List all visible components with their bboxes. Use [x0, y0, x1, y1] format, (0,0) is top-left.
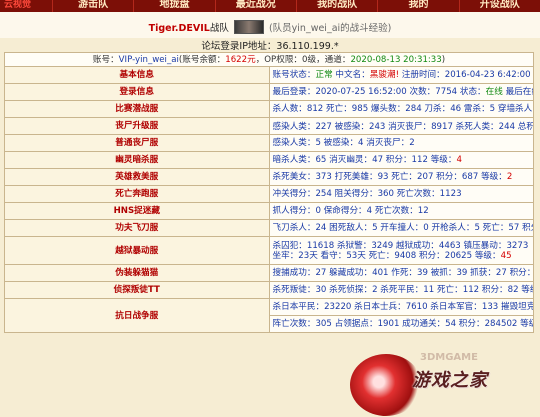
stats-row-value: 杀死叛徒：30 杀死侦探：2 杀死平民：11 死亡：112 积分：82 等级：0 — [268, 281, 534, 299]
nav-item-create-team[interactable]: 开设战队 — [458, 0, 540, 12]
stats-value-segment: 45 — [500, 250, 512, 261]
stats-row-label[interactable]: 功夫飞刀服 — [4, 219, 270, 237]
stats-row: 侦探叛徒TT 杀死叛徒：30 杀死侦探：2 杀死平民：11 死亡：112 积分：8… — [4, 281, 534, 299]
stats-row-label[interactable]: HNS捉迷藏 — [4, 202, 270, 220]
stats-row-value: 阵亡次数：305 占领据点：1901 成功通关：54 积分：284502 等级：… — [268, 315, 534, 333]
stats-row-label[interactable]: 伪装躲猫猫 — [4, 264, 270, 282]
account-balance: 1622元 — [225, 54, 256, 65]
stats-row-value: 暗杀人类：65 消灭幽灵：47 积分：112 等级：4 — [268, 151, 534, 169]
stats-row-label[interactable]: 英雄救美服 — [4, 168, 270, 186]
watermark-text: 游戏之家 — [412, 370, 488, 391]
stats-row: 普通丧尸服 感染人类：5 被感染：4 消灭丧尸：2 — [4, 134, 534, 152]
stats-row-label[interactable]: 侦探叛徒TT — [4, 281, 270, 299]
stats-row-value: 抓人得分：0 保命得分：4 死亡次数：12 — [268, 202, 534, 220]
stats-value-segment: 飞刀杀人：24 困死敌人：5 开车撞人：0 开枪杀人：5 死亡：57 积分：32… — [272, 223, 533, 233]
team-name[interactable]: Tiger.DEVIL — [149, 23, 210, 34]
site-logo[interactable]: 云视觉 — [0, 0, 52, 12]
stats-row-label[interactable]: 基本信息 — [4, 66, 270, 84]
player-stats-table: 账号：VIP-yin_wei_ai(账号余额：1622元，OP权限：0级，通道：… — [4, 52, 534, 333]
stats-value-segment: 在线 — [485, 87, 503, 97]
stats-row-value: 账号状态：正常 中文名：黑骏潮! 注册时间：2016-04-23 6:42:00… — [268, 66, 534, 84]
top-nav-bar: 云视觉 游击队 地拢盘 最近战况 我的战队 我的 开设战队 — [0, 0, 540, 12]
stats-value-segment: 7754 — [435, 87, 458, 97]
stats-row: HNS捉迷藏 抓人得分：0 保命得分：4 死亡次数：12 — [4, 202, 534, 220]
stats-value-segment: 杀人数：812 死亡：985 爆头数：284 刀杀：46 雷杀：5 穿墙杀人：1… — [272, 104, 533, 114]
stats-value-segment: 正常 — [315, 70, 333, 80]
stats-value-segment: 杀囚犯：11618 杀狱警：3249 越狱成功：4463 镇压暴动：3273 坐… — [272, 240, 529, 261]
stats-value-segment: 注册时间：2016-04-23 6:42:00 在线时间： — [401, 70, 533, 80]
nav-item-my-team[interactable]: 我的战队 — [295, 0, 377, 12]
nav-item-recent-battles[interactable]: 最近战况 — [214, 0, 296, 12]
team-header: Tiger.DEVIL战队 (队员yin_wei_ai的战斗经验) — [0, 12, 540, 38]
stats-value-segment: 最后登录：2020-07-25 16:52:00 次数： — [272, 87, 436, 97]
team-suffix: 战队 — [209, 23, 229, 34]
stats-row: 登录信息 最后登录：2020-07-25 16:52:00 次数：7754 状态：… — [4, 83, 534, 101]
stats-row: 死亡奔跑服 冲关得分：254 阻关得分：360 死亡次数：1123 — [4, 185, 534, 203]
stats-value-segment: 最后在线： — [505, 87, 533, 97]
nav-item-mine[interactable]: 我的 — [377, 0, 458, 12]
stats-value-segment: 4 — [456, 155, 462, 165]
watermark-logo: 3DMGAME 游戏之家 — [350, 348, 540, 417]
stats-row-value: 感染人类：5 被感染：4 消灭丧尸：2 — [268, 134, 534, 152]
stats-row: 越狱暴动服 杀囚犯：11618 杀狱警：3249 越狱成功：4463 镇压暴动：3… — [4, 236, 534, 265]
stats-row: 抗日战争服 杀日本平民：23220 杀日本士兵：7610 杀日本军官：133 摧毁… — [4, 298, 534, 333]
stats-row-label[interactable]: 抗日战争服 — [4, 298, 270, 333]
stats-value-segment: 黑骏潮! — [369, 70, 400, 80]
stats-value-segment: 杀日本平民：23220 杀日本士兵：7610 杀日本军官：133 摧毁坦克：47… — [272, 302, 533, 312]
nav-item-territory[interactable]: 地拢盘 — [133, 0, 214, 12]
stats-value-segment: 感染人类：227 被感染：243 消灭丧尸：8917 杀死人类：244 总积分：… — [272, 121, 534, 132]
stats-row: 幽灵暗杀服 暗杀人类：65 消灭幽灵：47 积分：112 等级：4 — [4, 151, 534, 169]
stats-value-segment: 中文名： — [332, 70, 370, 80]
stats-row-label[interactable]: 死亡奔跑服 — [4, 185, 270, 203]
stats-row-value: 感染人类：227 被感染：243 消灭丧尸：8917 杀死人类：244 总积分：… — [268, 117, 534, 135]
account-row: 账号：VIP-yin_wei_ai(账号余额：1622元，OP权限：0级，通道：… — [4, 52, 534, 67]
stats-value-segment: 杀死叛徒：30 杀死侦探：2 杀死平民：11 死亡：112 积分：82 等级： — [272, 285, 534, 295]
swirl-logo-icon — [350, 354, 422, 416]
stats-row-label[interactable]: 普通丧尸服 — [4, 134, 270, 152]
login-ip-line: 论坛登录IP地址：36.110.199.* — [201, 41, 339, 52]
stats-value-segment: 冲关得分：254 阻关得分：360 死亡次数：1123 — [272, 189, 462, 199]
stats-row-value: 飞刀杀人：24 困死敌人：5 开车撞人：0 开枪杀人：5 死亡：57 积分：32… — [268, 219, 534, 237]
stats-row: 伪装躲猫猫 搜捕成功：27 躲藏成功：401 作死：39 被抓：39 抓获：27 … — [4, 264, 534, 282]
stats-row-value: 最后登录：2020-07-25 16:52:00 次数：7754 状态：在线 最… — [268, 83, 534, 101]
account-date: 2020-08-13 20:31:33 — [350, 54, 442, 65]
veteran-note: (队员yin_wei_ai的战斗经验) — [268, 23, 392, 34]
stats-value-segment: 抓人得分：0 保命得分：4 死亡次数：12 — [272, 206, 429, 216]
avatar — [233, 20, 264, 34]
stats-row-value: 杀囚犯：11618 杀狱警：3249 越狱成功：4463 镇压暴动：3273 坐… — [268, 236, 534, 265]
stats-value-segment: 2 — [506, 172, 513, 182]
stats-row-label[interactable]: 幽灵暗杀服 — [4, 151, 270, 169]
stats-row-label[interactable]: 登录信息 — [4, 83, 270, 101]
stats-value-segment: 感染人类：5 被感染：4 消灭丧尸：2 — [272, 138, 415, 148]
stats-row-value: 杀日本平民：23220 杀日本士兵：7610 杀日本军官：133 摧毁坦克：47… — [268, 298, 534, 316]
stats-row: 基本信息 账号状态：正常 中文名：黑骏潮! 注册时间：2016-04-23 6:4… — [4, 66, 534, 84]
stats-row: 功夫飞刀服 飞刀杀人：24 困死敌人：5 开车撞人：0 开枪杀人：5 死亡：57 … — [4, 219, 534, 237]
stats-row: 丧尸升级服 感染人类：227 被感染：243 消灭丧尸：8917 杀死人类：244… — [4, 117, 534, 135]
stats-row-label[interactable]: 比赛潜战服 — [4, 100, 270, 118]
stats-value-segment: 杀死美女：373 打死美雄：93 死亡：207 积分：687 等级： — [272, 172, 507, 182]
stats-value-segment: 状态： — [457, 87, 486, 97]
stats-value-segment: 账号状态： — [272, 70, 316, 80]
stats-value-segment: 阵亡次数：305 占领据点：1901 成功通关：54 积分：284502 等级：… — [272, 319, 533, 329]
stats-row: 英雄救美服 杀死美女：373 打死美雄：93 死亡：207 积分：687 等级：2 — [4, 168, 534, 186]
stats-row-value: 冲关得分：254 阻关得分：360 死亡次数：1123 — [268, 185, 534, 203]
nav-item-guerrilla[interactable]: 游击队 — [52, 0, 133, 12]
stats-row-value: 搜捕成功：27 躲藏成功：401 作死：39 被抓：39 抓获：27 积分：21… — [268, 264, 534, 282]
stats-row-value: 杀人数：812 死亡：985 爆头数：284 刀杀：46 雷杀：5 穿墙杀人：1… — [268, 100, 534, 118]
stats-row-label[interactable]: 越狱暴动服 — [4, 236, 270, 265]
account-summary: 账号：VIP-yin_wei_ai(账号余额：1622元，OP权限：0级，通道：… — [4, 52, 534, 67]
stats-row-label[interactable]: 丧尸升级服 — [4, 117, 270, 135]
stats-value-segment: 暗杀人类：65 消灭幽灵：47 积分：112 等级： — [272, 155, 457, 165]
stats-row-value: 杀死美女：373 打死美雄：93 死亡：207 积分：687 等级：2 — [268, 168, 534, 186]
account-name[interactable]: VIP-yin_wei_ai — [119, 55, 179, 65]
stats-value-segment: 搜捕成功：27 躲藏成功：401 作死：39 被抓：39 抓获：27 积分：21… — [272, 268, 534, 278]
watermark-sub: 3DMGAME — [420, 352, 478, 363]
stats-row: 比赛潜战服 杀人数：812 死亡：985 爆头数：284 刀杀：46 雷杀：5 穿… — [4, 100, 534, 118]
